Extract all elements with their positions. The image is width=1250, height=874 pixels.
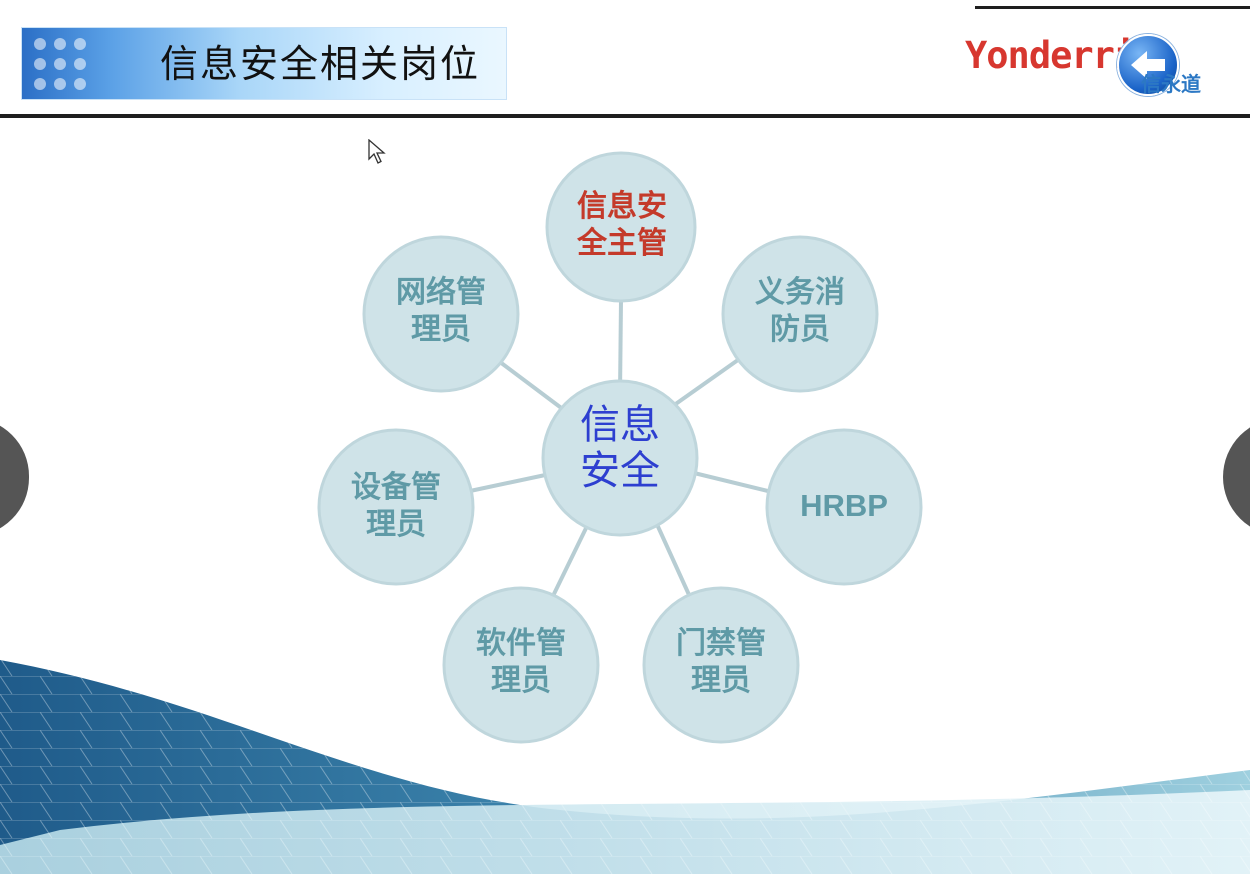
label-network-admin-line1: 网络管 [396,275,486,310]
label-network-admin-line2: 理员 [411,312,471,347]
slide: 信息安全相关岗位 Yonderrion 信永道 信息 安全 信息安 全主管 义务… [0,0,1250,874]
connector-access-control [653,519,692,598]
label-infosec-supervisor: 信息安 全主管 [547,188,697,262]
connector-software [550,519,592,599]
label-access-control-admin: 门禁管 理员 [646,625,796,699]
label-network-admin: 网络管 理员 [366,274,516,348]
center-label-line2: 安全 [580,448,660,494]
label-software-admin-line1: 软件管 [476,626,566,661]
label-access-control-admin-line1: 门禁管 [676,626,766,661]
label-device-admin-line1: 设备管 [351,470,441,505]
label-software-admin-line2: 理员 [491,663,551,698]
label-infosec-supervisor-line1: 信息安 [577,189,667,224]
connector-firefighter [668,353,747,410]
label-device-admin: 设备管 理员 [321,469,471,543]
center-label-line1: 信息 [580,402,660,448]
connector-device [469,472,551,493]
mouse-pointer-icon [368,138,386,169]
label-volunteer-firefighter: 义务消 防员 [725,274,875,348]
label-device-admin-line2: 理员 [366,507,426,542]
label-hrbp-line1: HRBP [800,488,888,523]
center-label: 信息 安全 [545,402,695,494]
label-access-control-admin-line2: 理员 [691,663,751,698]
label-hrbp: HRBP [769,486,919,526]
label-infosec-supervisor-line2: 全主管 [577,226,667,261]
label-software-admin: 软件管 理员 [446,625,596,699]
label-volunteer-firefighter-line1: 义务消 [755,275,845,310]
connector-hrbp [689,470,773,494]
label-volunteer-firefighter-line2: 防员 [770,312,830,347]
